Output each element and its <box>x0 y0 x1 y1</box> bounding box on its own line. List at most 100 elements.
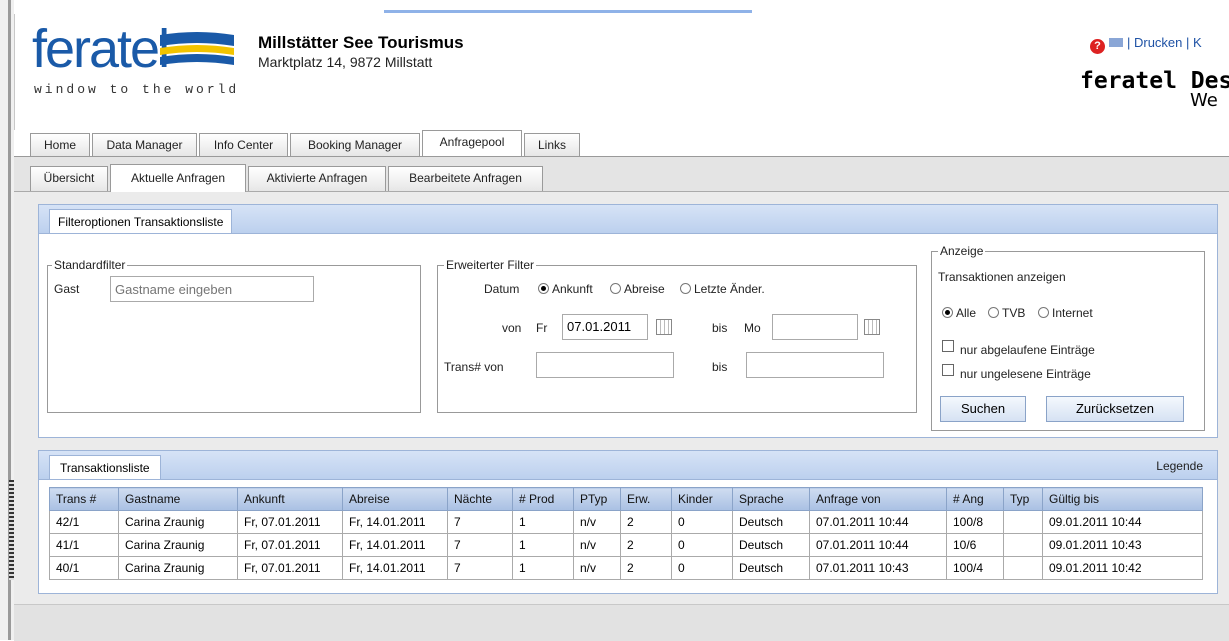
cell: 2 <box>620 556 672 580</box>
main-nav: Home Data Manager Info Center Booking Ma… <box>14 130 1229 157</box>
cell: Fr, 14.01.2011 <box>342 510 448 534</box>
unread-only-checkbox[interactable] <box>942 364 954 376</box>
from-label: von <box>502 321 522 335</box>
subtab-uebersicht[interactable]: Übersicht <box>30 166 108 191</box>
cell: 41/1 <box>49 533 119 557</box>
date-option-abreise[interactable]: Abreise <box>610 282 665 296</box>
cell: 07.01.2011 10:43 <box>809 556 947 580</box>
radio-internet[interactable] <box>1038 307 1049 318</box>
cell: n/v <box>573 533 621 557</box>
expired-only-label: nur abgelaufene Einträge <box>960 343 1095 357</box>
table-row[interactable]: 41/1 Carina Zraunig Fr, 07.01.2011 Fr, 1… <box>49 533 1203 557</box>
search-button[interactable]: Suchen <box>940 396 1026 422</box>
col-ankunft[interactable]: Ankunft <box>237 487 343 511</box>
brand-subtitle: We <box>1190 90 1218 111</box>
mail-icon[interactable] <box>1109 38 1123 47</box>
logo-flag-icon <box>160 32 234 65</box>
cell: Fr, 14.01.2011 <box>342 556 448 580</box>
help-icon[interactable]: ? <box>1090 39 1105 54</box>
radio-tvb[interactable] <box>988 307 999 318</box>
trans-from-input[interactable] <box>536 352 674 378</box>
transaction-list-panel: Transaktionsliste Legende Trans # Gastna… <box>38 450 1218 594</box>
trans-from-label: Trans# von <box>444 360 504 374</box>
col-kinder[interactable]: Kinder <box>671 487 733 511</box>
cell: 1 <box>512 533 574 557</box>
cell: 40/1 <box>49 556 119 580</box>
trans-to-label: bis <box>712 360 728 374</box>
tab-info-center[interactable]: Info Center <box>199 133 288 156</box>
cell: 7 <box>447 556 513 580</box>
print-link[interactable]: | Drucken | K <box>1127 35 1202 50</box>
cell: 100/4 <box>946 556 1004 580</box>
from-date-input[interactable]: 07.01.2011 <box>562 314 648 340</box>
table-row[interactable]: 40/1 Carina Zraunig Fr, 07.01.2011 Fr, 1… <box>49 556 1203 580</box>
standard-filter-group: Standardfilter Gast <box>47 258 421 413</box>
legend-link[interactable]: Legende <box>1156 459 1203 473</box>
col-ang[interactable]: # Ang <box>946 487 1004 511</box>
cell: Fr, 07.01.2011 <box>237 510 343 534</box>
to-label: bis <box>712 321 728 335</box>
cell: Carina Zraunig <box>118 556 238 580</box>
col-erw[interactable]: Erw. <box>620 487 672 511</box>
col-naechte[interactable]: Nächte <box>447 487 513 511</box>
tab-links[interactable]: Links <box>524 133 580 156</box>
cell: 07.01.2011 10:44 <box>809 510 947 534</box>
cell: 1 <box>512 510 574 534</box>
to-calendar-icon[interactable] <box>864 319 880 335</box>
show-option-tvb[interactable]: TVB <box>988 306 1025 320</box>
radio-alle[interactable] <box>942 307 953 318</box>
tab-booking-manager[interactable]: Booking Manager <box>290 133 420 156</box>
subtab-bearbeitete-anfragen[interactable]: Bearbeitete Anfragen <box>388 166 543 191</box>
tab-home[interactable]: Home <box>30 133 90 156</box>
tab-anfragepool[interactable]: Anfragepool <box>422 130 522 156</box>
subtab-aktivierte-anfragen[interactable]: Aktivierte Anfragen <box>248 166 386 191</box>
radio-ankunft[interactable] <box>538 283 549 294</box>
org-name: Millstätter See Tourismus <box>258 33 464 52</box>
table-row[interactable]: 42/1 Carina Zraunig Fr, 07.01.2011 Fr, 1… <box>49 510 1203 534</box>
display-legend: Anzeige <box>938 244 986 258</box>
show-option-internet[interactable]: Internet <box>1038 306 1093 320</box>
reset-button[interactable]: Zurücksetzen <box>1046 396 1184 422</box>
col-trans-nr[interactable]: Trans # <box>49 487 119 511</box>
extended-filter-legend: Erweiterter Filter <box>444 258 537 272</box>
date-option-letzte-aenderung[interactable]: Letzte Änder. <box>680 282 765 296</box>
radio-abreise[interactable] <box>610 283 621 294</box>
col-gastname[interactable]: Gastname <box>118 487 238 511</box>
unread-only-label: nur ungelesene Einträge <box>960 367 1091 381</box>
col-anfrage-von[interactable]: Anfrage von <box>809 487 947 511</box>
col-prod[interactable]: # Prod <box>512 487 574 511</box>
cell: 10/6 <box>946 533 1004 557</box>
date-option-ankunft[interactable]: Ankunft <box>538 282 593 296</box>
show-transactions-label: Transaktionen anzeigen <box>938 270 1066 284</box>
table-header-row: Trans # Gastname Ankunft Abreise Nächte … <box>49 487 1203 511</box>
display-group: Anzeige Transaktionen anzeigen Alle TVB … <box>931 244 1205 431</box>
cell: 2 <box>620 533 672 557</box>
from-calendar-icon[interactable] <box>656 319 672 335</box>
col-typ[interactable]: Typ <box>1003 487 1043 511</box>
cell: Carina Zraunig <box>118 533 238 557</box>
sub-nav: Übersicht Aktuelle Anfragen Aktivierte A… <box>14 157 1229 192</box>
subtab-aktuelle-anfragen[interactable]: Aktuelle Anfragen <box>110 164 246 192</box>
cell: 7 <box>447 510 513 534</box>
guest-name-input[interactable] <box>110 276 314 302</box>
cell: Deutsch <box>732 556 810 580</box>
cell: Fr, 14.01.2011 <box>342 533 448 557</box>
expired-only-checkbox[interactable] <box>942 340 954 352</box>
to-date-input[interactable] <box>772 314 858 340</box>
cell: 0 <box>671 533 733 557</box>
col-abreise[interactable]: Abreise <box>342 487 448 511</box>
show-option-alle[interactable]: Alle <box>942 306 976 320</box>
col-sprache[interactable]: Sprache <box>732 487 810 511</box>
cell: 1 <box>512 556 574 580</box>
cell: 09.01.2011 10:42 <box>1042 556 1203 580</box>
trans-to-input[interactable] <box>746 352 884 378</box>
radio-letzte-aenderung[interactable] <box>680 283 691 294</box>
tab-data-manager[interactable]: Data Manager <box>92 133 197 156</box>
col-gueltig-bis[interactable]: Gültig bis <box>1042 487 1203 511</box>
col-ptyp[interactable]: PTyp <box>573 487 621 511</box>
filter-panel: Filteroptionen Transaktionsliste Standar… <box>38 204 1218 438</box>
date-label: Datum <box>484 282 520 296</box>
cell: 0 <box>671 556 733 580</box>
cell: 7 <box>447 533 513 557</box>
cell <box>1003 533 1043 557</box>
